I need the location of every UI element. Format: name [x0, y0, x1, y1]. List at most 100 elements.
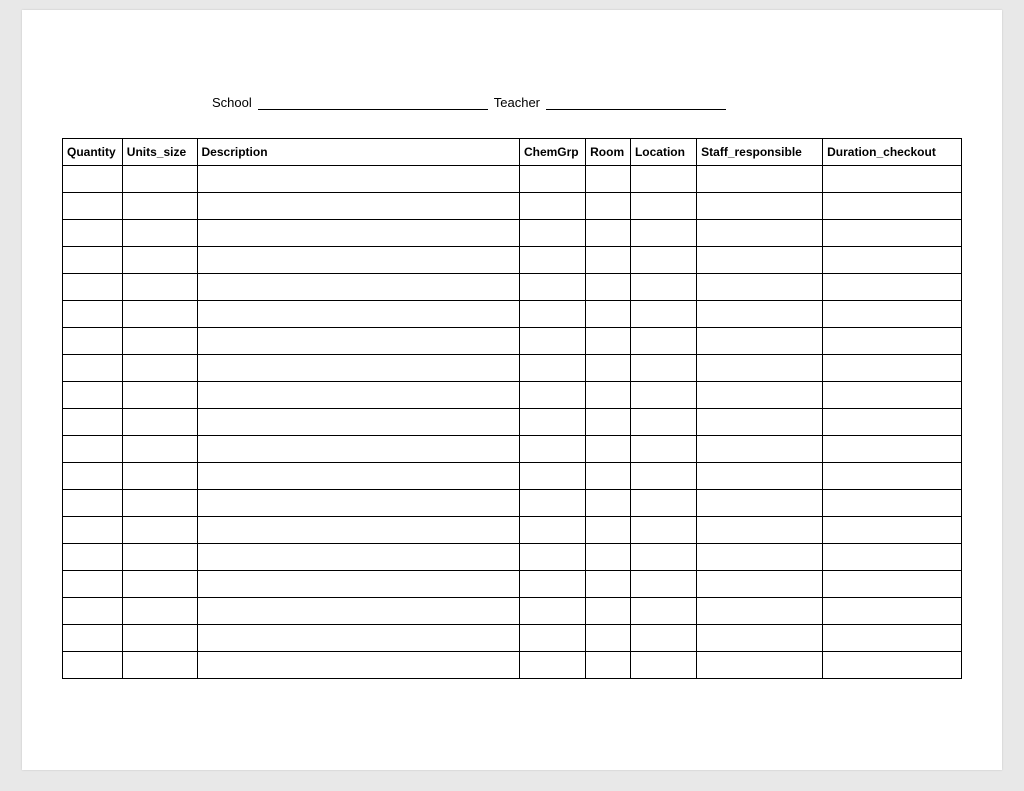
- table-header-row: Quantity Units_size Description ChemGrp …: [63, 139, 962, 166]
- table-cell: [122, 490, 197, 517]
- table-cell: [697, 220, 823, 247]
- table-cell: [63, 652, 123, 679]
- table-cell: [630, 328, 696, 355]
- table-cell: [63, 571, 123, 598]
- table-cell: [697, 247, 823, 274]
- table-cell: [586, 328, 631, 355]
- table-cell: [63, 193, 123, 220]
- table-cell: [63, 544, 123, 571]
- table-cell: [122, 193, 197, 220]
- table-cell: [823, 652, 962, 679]
- table-cell: [63, 274, 123, 301]
- table-cell: [519, 220, 585, 247]
- table-cell: [63, 355, 123, 382]
- table-cell: [519, 625, 585, 652]
- table-row: [63, 463, 962, 490]
- table-cell: [823, 571, 962, 598]
- table-cell: [823, 463, 962, 490]
- table-cell: [697, 166, 823, 193]
- table-cell: [630, 301, 696, 328]
- table-cell: [697, 382, 823, 409]
- table-row: [63, 571, 962, 598]
- table-cell: [697, 625, 823, 652]
- table-cell: [586, 355, 631, 382]
- table-cell: [197, 463, 519, 490]
- table-row: [63, 409, 962, 436]
- table-cell: [63, 166, 123, 193]
- table-cell: [697, 598, 823, 625]
- table-cell: [122, 463, 197, 490]
- table-cell: [122, 652, 197, 679]
- table-cell: [519, 490, 585, 517]
- table-cell: [197, 517, 519, 544]
- table-cell: [197, 436, 519, 463]
- table-cell: [697, 544, 823, 571]
- table-cell: [630, 544, 696, 571]
- table-cell: [122, 247, 197, 274]
- table-cell: [630, 166, 696, 193]
- table-cell: [630, 652, 696, 679]
- table-cell: [823, 220, 962, 247]
- table-cell: [697, 490, 823, 517]
- table-cell: [122, 274, 197, 301]
- table-row: [63, 274, 962, 301]
- table-row: [63, 652, 962, 679]
- table-cell: [586, 598, 631, 625]
- table-cell: [122, 301, 197, 328]
- table-cell: [519, 571, 585, 598]
- table-row: [63, 625, 962, 652]
- table-cell: [197, 598, 519, 625]
- table-cell: [586, 274, 631, 301]
- col-header-chemgrp: ChemGrp: [519, 139, 585, 166]
- table-cell: [630, 490, 696, 517]
- table-cell: [122, 598, 197, 625]
- table-cell: [630, 409, 696, 436]
- table-row: [63, 436, 962, 463]
- table-cell: [63, 328, 123, 355]
- table-cell: [823, 193, 962, 220]
- school-blank-line: [258, 96, 488, 110]
- table-cell: [586, 193, 631, 220]
- table-cell: [586, 382, 631, 409]
- table-cell: [197, 301, 519, 328]
- table-cell: [63, 247, 123, 274]
- table-row: [63, 355, 962, 382]
- table-row: [63, 301, 962, 328]
- table-cell: [630, 274, 696, 301]
- table-cell: [519, 328, 585, 355]
- table-cell: [519, 274, 585, 301]
- col-header-description: Description: [197, 139, 519, 166]
- table-cell: [122, 571, 197, 598]
- table-cell: [697, 436, 823, 463]
- table-row: [63, 598, 962, 625]
- table-cell: [519, 409, 585, 436]
- form-header: School Teacher: [212, 95, 962, 110]
- table-cell: [586, 436, 631, 463]
- table-row: [63, 193, 962, 220]
- col-header-quantity: Quantity: [63, 139, 123, 166]
- table-cell: [697, 517, 823, 544]
- table-cell: [519, 355, 585, 382]
- table-cell: [122, 436, 197, 463]
- table-cell: [697, 274, 823, 301]
- table-cell: [197, 652, 519, 679]
- table-cell: [63, 409, 123, 436]
- col-header-room: Room: [586, 139, 631, 166]
- table-row: [63, 247, 962, 274]
- table-cell: [586, 463, 631, 490]
- table-row: [63, 382, 962, 409]
- table-cell: [823, 544, 962, 571]
- table-cell: [586, 301, 631, 328]
- col-header-duration-checkout: Duration_checkout: [823, 139, 962, 166]
- table-cell: [122, 625, 197, 652]
- table-cell: [697, 193, 823, 220]
- table-cell: [519, 652, 585, 679]
- col-header-units-size: Units_size: [122, 139, 197, 166]
- table-cell: [823, 382, 962, 409]
- table-cell: [63, 490, 123, 517]
- teacher-blank-line: [546, 96, 726, 110]
- table-cell: [197, 274, 519, 301]
- table-cell: [519, 544, 585, 571]
- table-cell: [630, 625, 696, 652]
- table-cell: [63, 382, 123, 409]
